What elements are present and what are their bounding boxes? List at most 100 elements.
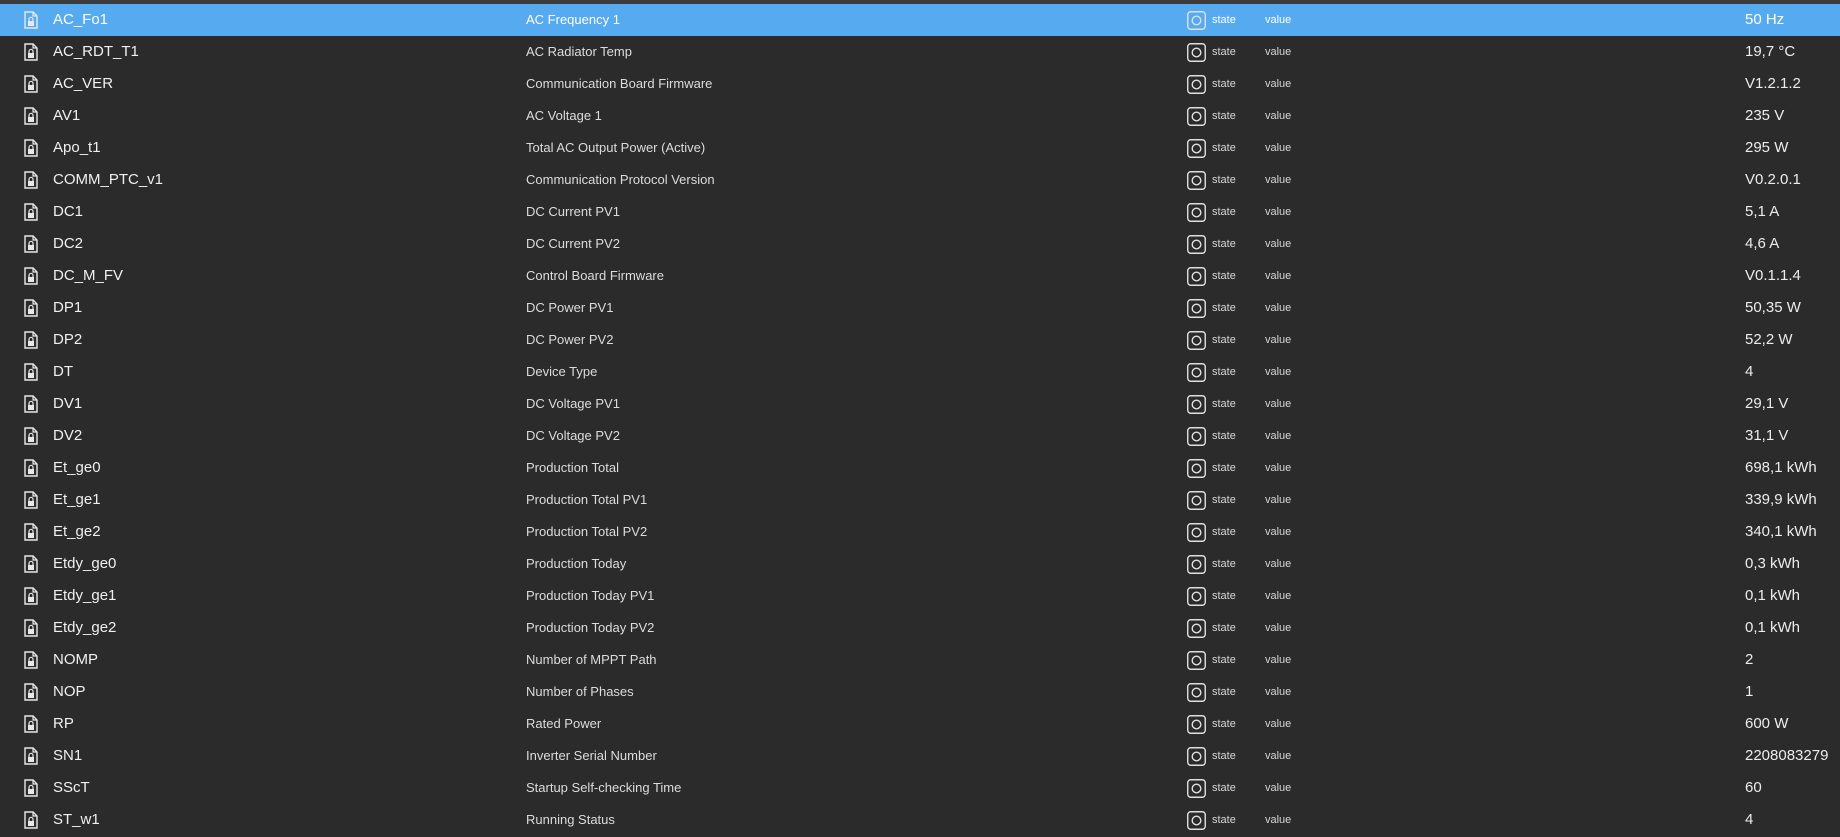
object-name: DC Power PV2 [526,332,614,347]
object-type: value [1265,110,1292,122]
state-circle-icon [1187,747,1206,766]
table-row[interactable]: DP1 DC Power PV1 state value 50,35 W [0,292,1840,324]
table-row[interactable]: DV1 DC Voltage PV1 state value 29,1 V [0,388,1840,420]
table-row[interactable]: DV2 DC Voltage PV2 state value 31,1 V [0,420,1840,452]
object-role: state [1212,654,1236,666]
file-lock-icon [24,203,38,221]
object-value: 2208083279 [1745,747,1829,764]
file-lock-icon [24,267,38,285]
object-value: 60 [1745,779,1762,796]
object-type: value [1265,238,1292,250]
object-role: state [1212,334,1236,346]
table-row[interactable]: NOMP Number of MPPT Path state value 2 [0,644,1840,676]
table-row[interactable]: DT Device Type state value 4 [0,356,1840,388]
state-circle-icon [1187,139,1206,158]
file-lock-icon [24,331,38,349]
file-lock-icon [24,811,38,829]
table-row[interactable]: SN1 Inverter Serial Number state value 2… [0,740,1840,772]
object-role: state [1212,622,1236,634]
object-name: Running Status [526,812,615,827]
table-row[interactable]: DP2 DC Power PV2 state value 52,2 W [0,324,1840,356]
state-circle-icon [1187,491,1206,510]
object-id: Etdy_ge0 [53,555,117,572]
object-role: state [1212,398,1236,410]
table-row[interactable]: Et_ge0 Production Total state value 698,… [0,452,1840,484]
object-type: value [1265,46,1292,58]
object-id: COMM_PTC_v1 [53,171,164,188]
object-role: state [1212,750,1236,762]
table-row[interactable]: DC1 DC Current PV1 state value 5,1 A [0,196,1840,228]
object-value: 50,35 W [1745,299,1801,316]
object-value: 235 V [1745,107,1785,124]
object-value: 4 [1745,363,1754,380]
object-type: value [1265,462,1292,474]
object-type: value [1265,142,1292,154]
table-row[interactable]: Apo_t1 Total AC Output Power (Active) st… [0,132,1840,164]
object-type: value [1265,558,1292,570]
object-id: AC_Fo1 [53,11,109,28]
object-role: state [1212,462,1236,474]
file-lock-icon [24,43,38,61]
object-name: Production Total PV1 [526,492,648,507]
object-id: DV2 [53,427,83,444]
table-row[interactable]: Et_ge2 Production Total PV2 state value … [0,516,1840,548]
object-type: value [1265,430,1292,442]
object-role: state [1212,142,1236,154]
object-role: state [1212,238,1236,250]
object-role: state [1212,110,1236,122]
object-role: state [1212,14,1236,26]
object-role: state [1212,430,1236,442]
object-value: 52,2 W [1745,331,1793,348]
object-type: value [1265,686,1292,698]
object-value: 698,1 kWh [1745,459,1817,476]
state-circle-icon [1187,107,1206,126]
table-row[interactable]: RP Rated Power state value 600 W [0,708,1840,740]
state-circle-icon [1187,427,1206,446]
state-circle-icon [1187,171,1206,190]
object-id: SN1 [53,747,83,764]
file-lock-icon [24,459,38,477]
object-type: value [1265,718,1292,730]
state-circle-icon [1187,267,1206,286]
table-row[interactable]: AV1 AC Voltage 1 state value 235 V [0,100,1840,132]
table-row[interactable]: AC_VER Communication Board Firmware stat… [0,68,1840,100]
object-type: value [1265,622,1292,634]
table-row[interactable]: DC2 DC Current PV2 state value 4,6 A [0,228,1840,260]
table-row[interactable]: Etdy_ge1 Production Today PV1 state valu… [0,580,1840,612]
table-row[interactable]: Etdy_ge2 Production Today PV2 state valu… [0,612,1840,644]
file-lock-icon [24,491,38,509]
object-value: 600 W [1745,715,1789,732]
table-row[interactable]: SScT Startup Self-checking Time state va… [0,772,1840,804]
table-row[interactable]: Etdy_ge0 Production Today state value 0,… [0,548,1840,580]
table-row[interactable]: DC_M_FV Control Board Firmware state val… [0,260,1840,292]
table-row[interactable]: ST_w1 Running Status state value 4 [0,804,1840,836]
object-list: AC_Fo1 AC Frequency 1 state value 50 Hz … [0,4,1840,836]
file-lock-icon [24,587,38,605]
file-lock-icon [24,11,38,29]
state-circle-icon [1187,11,1206,30]
object-name: Number of Phases [526,684,634,699]
object-id: Etdy_ge1 [53,587,117,604]
object-type: value [1265,494,1292,506]
object-name: Number of MPPT Path [526,652,657,667]
object-value: 295 W [1745,139,1789,156]
object-value: 0,3 kWh [1745,555,1801,572]
table-row[interactable]: AC_Fo1 AC Frequency 1 state value 50 Hz [0,4,1840,36]
file-lock-icon [24,75,38,93]
object-name: Production Total [526,460,619,475]
table-row[interactable]: AC_RDT_T1 AC Radiator Temp state value 1… [0,36,1840,68]
object-value: V1.2.1.2 [1745,75,1801,92]
object-id: Apo_t1 [53,139,101,156]
object-type: value [1265,398,1292,410]
object-id: DC2 [53,235,84,252]
state-circle-icon [1187,43,1206,62]
object-id: AC_VER [53,75,114,92]
object-name: DC Current PV2 [526,236,620,251]
table-row[interactable]: COMM_PTC_v1 Communication Protocol Versi… [0,164,1840,196]
table-row[interactable]: Et_ge1 Production Total PV1 state value … [0,484,1840,516]
object-role: state [1212,686,1236,698]
object-id: DP1 [53,299,83,316]
object-name: DC Current PV1 [526,204,620,219]
object-type: value [1265,302,1292,314]
table-row[interactable]: NOP Number of Phases state value 1 [0,676,1840,708]
